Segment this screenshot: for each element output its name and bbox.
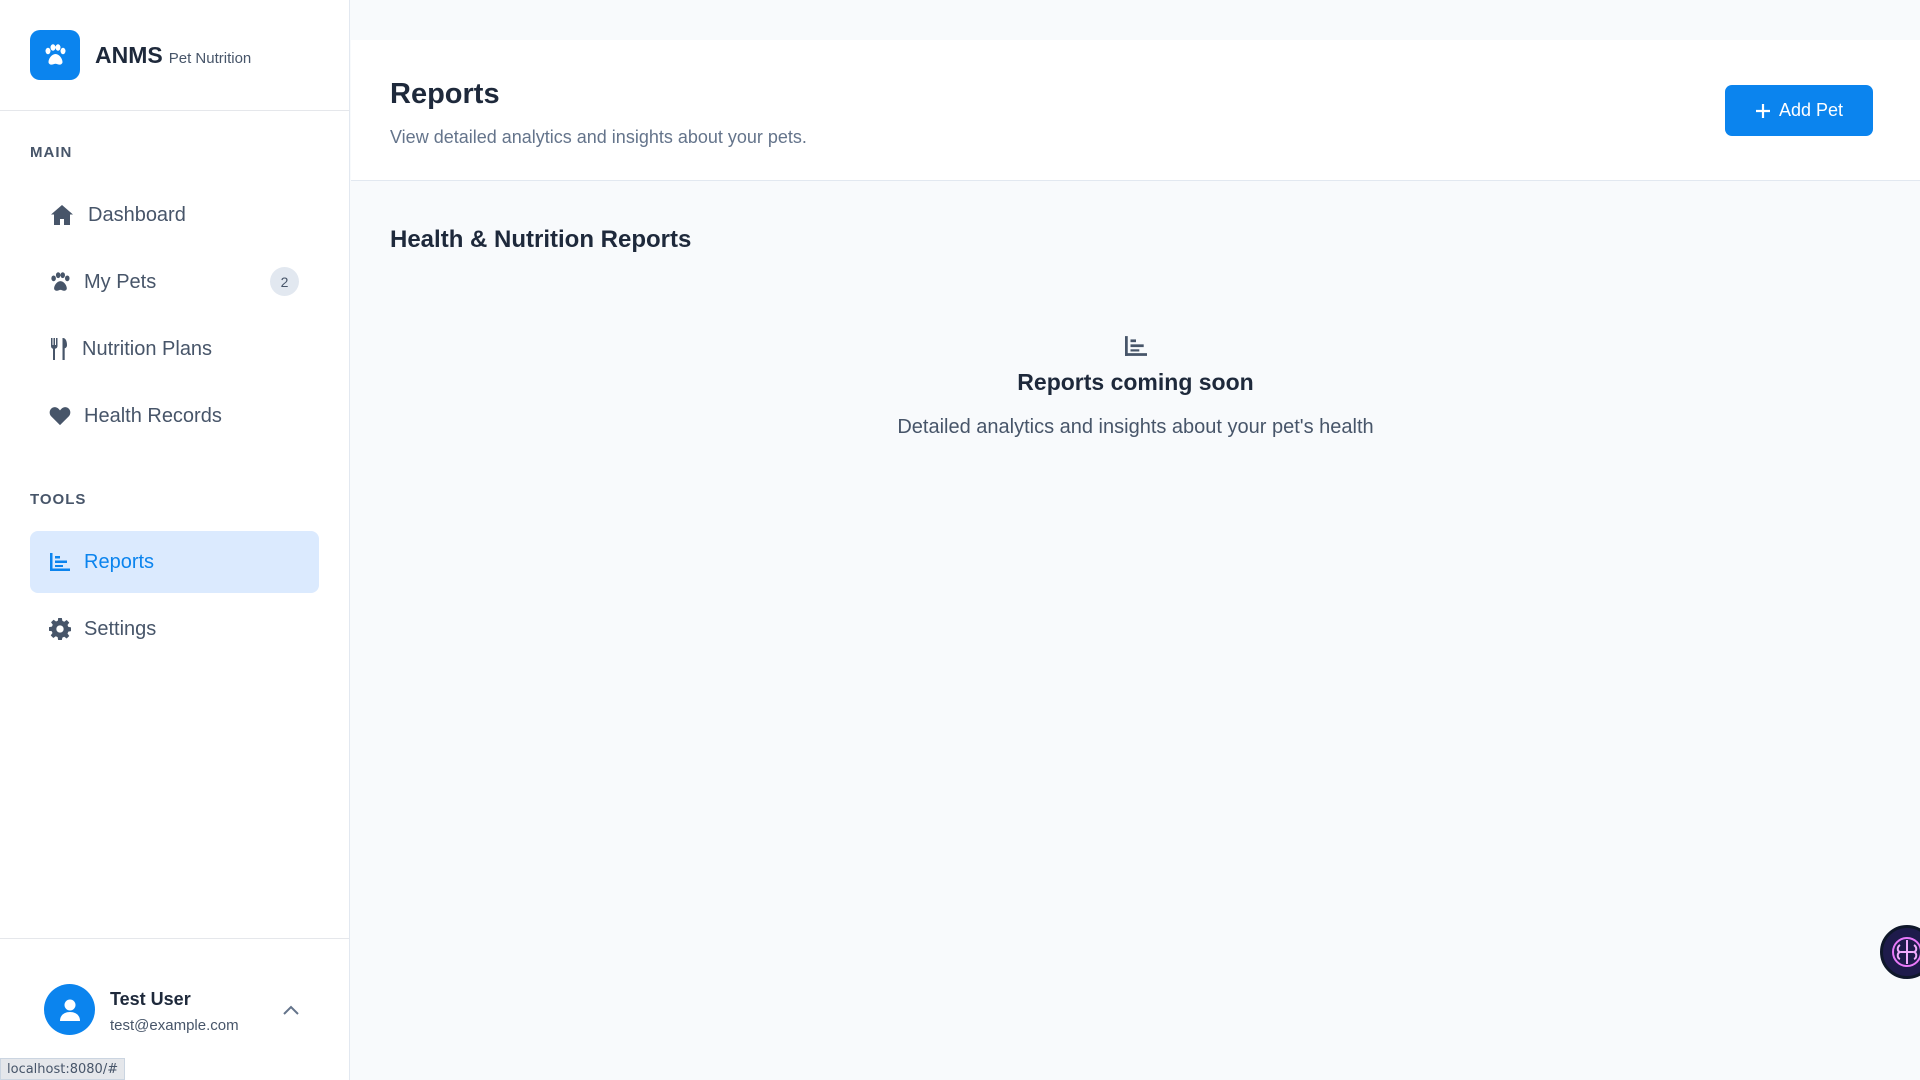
brain-icon <box>1892 937 1920 967</box>
sidebar-item-dashboard[interactable]: Dashboard <box>30 184 319 246</box>
sidebar-item-label: Dashboard <box>88 203 186 226</box>
brand-name: ANMS <box>95 41 163 68</box>
sidebar-item-label: Health Records <box>84 404 222 427</box>
utensils-icon <box>48 335 70 363</box>
section-title: Health & Nutrition Reports <box>390 226 692 253</box>
chart-icon <box>48 548 72 576</box>
chart-icon <box>1124 336 1147 356</box>
sidebar: ANMS Pet Nutrition MAIN Dashboard My Pet… <box>0 0 350 1080</box>
user-menu-toggle[interactable] <box>280 999 302 1021</box>
brand-subtitle: Pet Nutrition <box>168 49 252 67</box>
sidebar-item-settings[interactable]: Settings <box>30 598 319 660</box>
empty-state-description: Detailed analytics and insights about yo… <box>897 416 1374 438</box>
heart-icon <box>48 402 72 430</box>
assistant-button[interactable] <box>1880 925 1920 979</box>
chevron-up-icon <box>283 1005 299 1015</box>
section-label-tools: TOOLS <box>30 491 87 508</box>
brand-header: ANMS Pet Nutrition <box>0 0 349 111</box>
add-pet-label: Add Pet <box>1778 100 1844 120</box>
section-label-main: MAIN <box>30 144 73 161</box>
sidebar-item-label: Reports <box>84 550 155 573</box>
sidebar-item-health-records[interactable]: Health Records <box>30 385 319 447</box>
user-icon <box>59 999 80 1021</box>
sidebar-item-reports[interactable]: Reports <box>30 531 319 593</box>
brand-text: ANMS Pet Nutrition <box>80 42 251 69</box>
sidebar-item-label: Nutrition Plans <box>82 337 213 360</box>
page-header: Reports View detailed analytics and insi… <box>351 40 1920 181</box>
empty-state-title: Reports coming soon <box>1017 369 1254 395</box>
sidebar-item-my-pets[interactable]: My Pets 2 <box>30 251 319 313</box>
status-bar-url: localhost:8080/# <box>0 1058 126 1080</box>
paw-icon <box>48 268 72 296</box>
plus-icon <box>1755 103 1770 118</box>
page-title: Reports <box>390 78 500 110</box>
empty-state: Reports coming soon Detailed analytics a… <box>351 335 1920 439</box>
sidebar-item-label: Settings <box>84 617 157 640</box>
gear-icon <box>48 615 72 643</box>
home-icon <box>48 201 76 229</box>
avatar[interactable] <box>44 984 95 1035</box>
sidebar-item-nutrition-plans[interactable]: Nutrition Plans <box>30 318 319 380</box>
add-pet-button[interactable]: Add Pet <box>1725 85 1873 136</box>
sidebar-item-label: My Pets <box>84 270 157 293</box>
pets-count-badge: 2 <box>270 267 299 296</box>
user-email: test@example.com <box>110 1017 239 1034</box>
brand-logo[interactable] <box>30 30 80 80</box>
paw-icon <box>45 44 66 65</box>
page-subtitle: View detailed analytics and insights abo… <box>390 127 807 147</box>
user-name: Test User <box>110 989 191 1009</box>
